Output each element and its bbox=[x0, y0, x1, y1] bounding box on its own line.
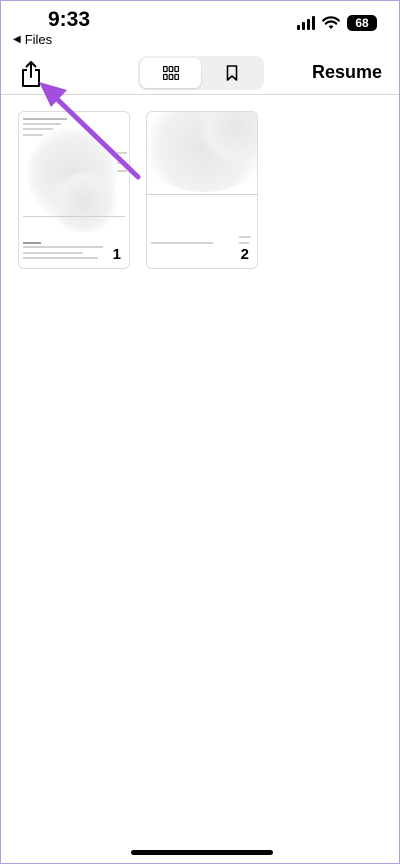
status-bar: 9:33 ◀ Files 68 bbox=[1, 1, 399, 51]
share-button[interactable] bbox=[15, 57, 47, 91]
page-number-1: 1 bbox=[112, 246, 121, 263]
cellular-signal-icon bbox=[297, 16, 315, 30]
screen: 9:33 ◀ Files 68 Resume 1 2 bbox=[0, 0, 400, 864]
grid-view-segment[interactable] bbox=[140, 58, 201, 88]
toolbar-divider bbox=[1, 94, 399, 95]
share-icon bbox=[22, 61, 40, 87]
back-to-files-link[interactable]: ◀ Files bbox=[13, 32, 52, 47]
view-mode-segmented-control bbox=[138, 56, 264, 90]
page-number-2: 2 bbox=[240, 246, 249, 263]
wifi-icon bbox=[322, 16, 340, 29]
page-thumbnail-1[interactable]: 1 bbox=[18, 111, 130, 269]
back-arrow-icon: ◀ bbox=[13, 34, 21, 45]
status-icons: 68 bbox=[297, 15, 377, 31]
grid-icon bbox=[162, 66, 179, 80]
bookmarks-view-segment[interactable] bbox=[201, 58, 262, 88]
page-thumbnail-2[interactable]: 2 bbox=[146, 111, 258, 269]
resume-button[interactable]: Resume bbox=[312, 62, 382, 83]
back-link-label: Files bbox=[24, 32, 53, 47]
home-indicator bbox=[131, 850, 273, 855]
bookmark-icon bbox=[226, 65, 237, 81]
toolbar: Resume bbox=[1, 53, 399, 95]
battery-indicator: 68 bbox=[347, 15, 377, 31]
status-time: 9:33 bbox=[48, 8, 91, 31]
